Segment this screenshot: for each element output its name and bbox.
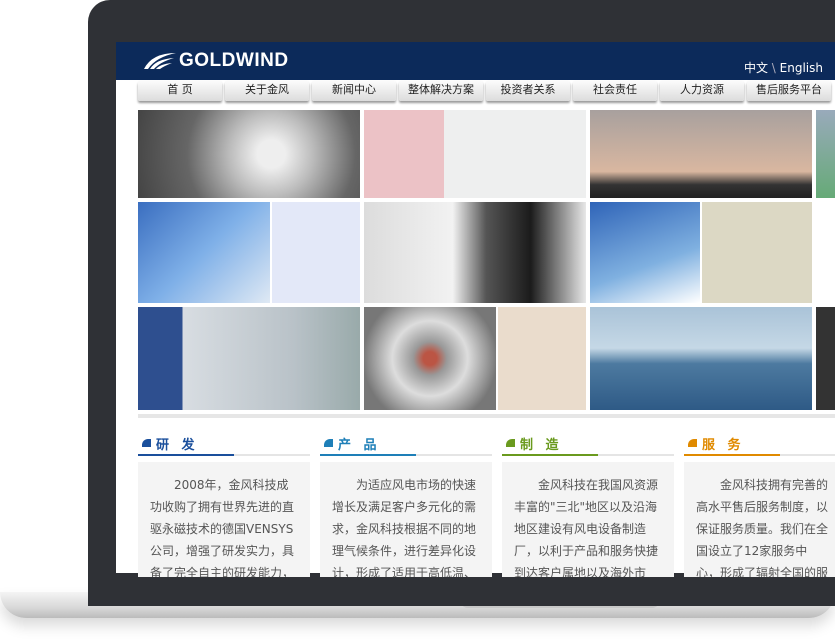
photo-factory-castings[interactable] [138, 110, 360, 198]
leaf-icon [506, 439, 515, 447]
nav-about[interactable]: 关于金风 [225, 80, 309, 101]
browser-screen: GOLDWIND 中文 \ English 首 页 关于金风 新闻中心 整体解决… [116, 42, 835, 577]
lang-english[interactable]: English [780, 61, 823, 75]
section-products-text: 为适应风电市场的快速增长及满足客户多元化的需求，金风科技根据不同的地理气候条件，… [320, 462, 492, 577]
leaf-icon [142, 439, 151, 447]
photo-offshore-installation[interactable] [590, 307, 812, 410]
main-nav: 首 页 关于金风 新闻中心 整体解决方案 投资者关系 社会责任 人力资源 售后服… [116, 80, 835, 104]
language-switch: 中文 \ English [744, 59, 823, 76]
leaf-icon [324, 439, 333, 447]
section-service-text: 金风科技拥有完善的高水平售后服务制度，以保证服务质量。我们在全国设立了12家服务… [684, 462, 835, 577]
section-service-title[interactable]: 服 务 [684, 434, 835, 456]
section-products-title[interactable]: 产 品 [320, 434, 492, 456]
title-text: 制 造 [520, 438, 563, 453]
section-service: 服 务 金风科技拥有完善的高水平售后服务制度，以保证服务质量。我们在全国设立了1… [684, 434, 835, 577]
tile-beige [702, 202, 812, 303]
wind-logo-icon [144, 53, 176, 69]
nav-investors[interactable]: 投资者关系 [486, 80, 570, 101]
photo-mosaic [138, 110, 835, 410]
photo-generator-worker[interactable] [364, 307, 496, 410]
photo-turbine-blue-sky[interactable] [590, 202, 700, 303]
section-rnd: 研 发 2008年，金风科技成功收购了拥有世界先进的直驱永磁技术的德国VENSY… [138, 434, 310, 577]
tile-lavender [272, 202, 360, 303]
tile-tan [498, 307, 586, 410]
tile-pink [364, 110, 444, 198]
photo-turbines-sunset[interactable] [590, 110, 812, 198]
title-text: 产 品 [338, 438, 381, 453]
logo-text: GOLDWIND [179, 50, 289, 71]
site-header: GOLDWIND 中文 \ English [116, 42, 835, 80]
lang-separator: \ [771, 61, 776, 75]
tile-grey [444, 110, 586, 198]
section-products: 产 品 为适应风电市场的快速增长及满足客户多元化的需求，金风科技根据不同的地理气… [320, 434, 492, 577]
photo-edge-1[interactable] [816, 110, 835, 198]
photo-edge-2[interactable] [816, 307, 835, 410]
goldwind-logo[interactable]: GOLDWIND [142, 50, 289, 72]
title-text: 服 务 [702, 438, 745, 453]
nav-news[interactable]: 新闻中心 [312, 80, 396, 101]
title-text: 研 发 [156, 438, 199, 453]
nav-hr[interactable]: 人力资源 [660, 80, 744, 101]
leaf-icon [688, 439, 697, 447]
nav-home[interactable]: 首 页 [138, 80, 222, 101]
divider [138, 414, 835, 418]
section-manufacturing-text: 金风科技在我国风资源丰富的"三北"地区以及沿海地区建设有风电设备制造厂，以利于产… [502, 462, 674, 577]
section-manufacturing-title[interactable]: 制 造 [502, 434, 674, 456]
photo-crane-sky[interactable] [138, 202, 270, 303]
nav-csr[interactable]: 社会责任 [573, 80, 657, 101]
nav-solutions[interactable]: 整体解决方案 [399, 80, 483, 101]
nav-service[interactable]: 售后服务平台 [747, 80, 831, 101]
section-rnd-title[interactable]: 研 发 [138, 434, 310, 456]
photo-engineers[interactable] [364, 202, 586, 303]
photo-vensys-building[interactable] [138, 307, 360, 410]
section-manufacturing: 制 造 金风科技在我国风资源丰富的"三北"地区以及沿海地区建设有风电设备制造厂，… [502, 434, 674, 577]
lang-chinese[interactable]: 中文 [744, 61, 768, 75]
section-rnd-text: 2008年，金风科技成功收购了拥有世界先进的直驱永磁技术的德国VENSYS公司，… [138, 462, 310, 577]
